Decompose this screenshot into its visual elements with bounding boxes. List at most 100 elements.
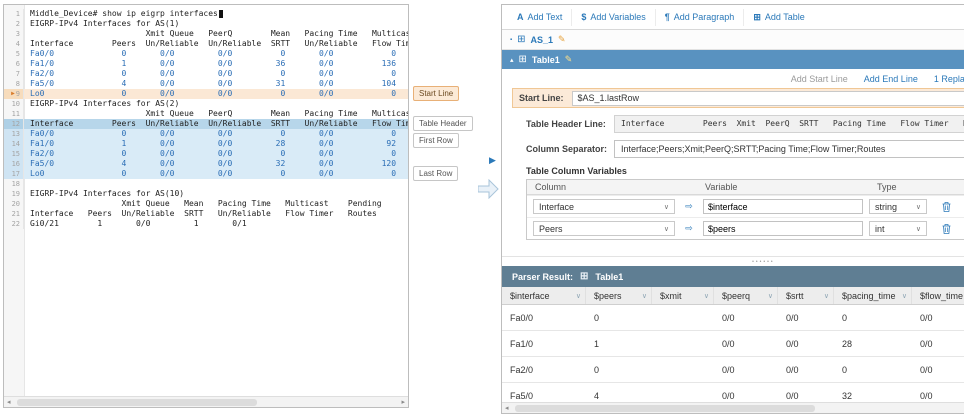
result-row[interactable]: Fa0/000/00/000/0 — [502, 305, 964, 331]
editor-line[interactable]: ▶ 1 Middle_Device# show ip eigrp interfa… — [4, 9, 408, 19]
editor-line[interactable]: ▶ 9 Lo0 0 0/0 0/0 0 0/0 0 0 — [4, 89, 408, 99]
filter-chevron-icon[interactable]: ∨ — [824, 292, 829, 300]
variable-input[interactable] — [703, 221, 863, 236]
result-row[interactable]: Fa2/000/00/000/0 — [502, 357, 964, 383]
line-number: 14 — [12, 139, 20, 149]
filter-chevron-icon[interactable]: ∨ — [902, 292, 907, 300]
editor-line[interactable]: ▶ 21 Interface Peers Un/Reliable SRTT Un… — [4, 209, 408, 219]
editor-line[interactable]: ▶ 4 Interface Peers Un/Reliable Un/Relia… — [4, 39, 408, 49]
edit-pencil-icon[interactable]: ✎ — [558, 34, 566, 45]
start-line-select[interactable]: $AS_1.lastRow ∨ — [572, 91, 964, 106]
result-column-header[interactable]: $srtt ∨ — [778, 287, 834, 304]
editor-line[interactable]: ▶ 5 Fa0/0 0 0/0 0/0 0 0/0 0 0 — [4, 49, 408, 59]
column-select[interactable]: Interface ∨ — [533, 199, 675, 214]
trash-icon[interactable] — [942, 202, 951, 212]
parser-toolbar: A Add Text $ Add Variables ¶ Add Paragra… — [502, 5, 964, 30]
column-select[interactable]: Peers ∨ — [533, 221, 675, 236]
column-separator-input[interactable] — [614, 140, 964, 158]
cli-editor-panel[interactable]: ▶ 1 Middle_Device# show ip eigrp interfa… — [3, 4, 409, 408]
toolbar-button[interactable]: ⊞ Add Table — [743, 9, 813, 26]
table-icon: ⊞ — [517, 35, 525, 45]
editor-line[interactable]: ▶ 15 Fa2/0 0 0/0 0/0 0 0/0 0 0 — [4, 149, 408, 159]
line-number: 11 — [12, 109, 20, 119]
splitter-handle[interactable]: •••••• — [502, 256, 964, 266]
line-annotation-label: Table Header — [419, 119, 467, 128]
scrollbar-thumb[interactable] — [17, 399, 257, 406]
separator-row-marker-icon: ▶ — [489, 155, 496, 166]
filter-chevron-icon[interactable]: ∨ — [704, 292, 709, 300]
result-cell: 0/0 — [714, 305, 778, 330]
trash-icon[interactable] — [942, 224, 951, 234]
editor-line[interactable]: ▶ 17 Lo0 0 0/0 0/0 0 0/0 0 0 — [4, 169, 408, 179]
type-select[interactable]: int ∨ — [869, 221, 927, 236]
line-gutter: ▶ 15 — [4, 149, 24, 159]
table-icon: ⊞ — [580, 272, 588, 282]
section-as1[interactable]: ▪ ⊞ AS_1 ✎ ≡ — [502, 30, 964, 50]
editor-line[interactable]: ▶ 14 Fa1/0 1 0/0 0/0 28 0/0 92 0 — [4, 139, 408, 149]
editor-line[interactable]: ▶ 20 Xmit Queue Mean Pacing Time Multica… — [4, 199, 408, 209]
add-end-line-link[interactable]: Add End Line — [864, 74, 918, 84]
editor-line[interactable]: ▶ 7 Fa2/0 0 0/0 0/0 0 0/0 0 0 — [4, 69, 408, 79]
result-column-header[interactable]: $peers ∨ — [586, 287, 652, 304]
editor-line-text: Interface Peers Un/Reliable Un/Reliable … — [24, 119, 408, 129]
filter-chevron-icon[interactable]: ∨ — [576, 292, 581, 300]
result-column-header[interactable]: $interface ∨ — [502, 287, 586, 304]
result-cell: 0 — [834, 357, 912, 382]
editor-lines[interactable]: ▶ 1 Middle_Device# show ip eigrp interfa… — [4, 5, 408, 396]
editor-line[interactable]: ▶ 22 Gi0/21 1 0/0 1 0/1 — [4, 219, 408, 229]
line-annotation[interactable]: Table Header — [413, 116, 473, 131]
replacements-link[interactable]: 1 Replacements — [934, 74, 964, 84]
filter-chevron-icon[interactable]: ∨ — [768, 292, 773, 300]
collapse-icon[interactable]: ▴ — [510, 56, 514, 64]
line-gutter: ▶ 10 — [4, 99, 24, 109]
editor-line[interactable]: ▶ 16 Fa5/0 4 0/0 0/0 32 0/0 120 0 — [4, 159, 408, 169]
variable-input[interactable] — [703, 199, 863, 214]
table-header-line-value[interactable]: Interface Peers Xmit PeerQ SRTT Pacing T… — [614, 115, 964, 133]
editor-line[interactable]: ▶ 18 — [4, 179, 408, 189]
result-column-label: $xmit — [660, 291, 682, 301]
text-cursor — [219, 10, 223, 18]
line-number: 5 — [16, 49, 20, 59]
filter-chevron-icon[interactable]: ∨ — [642, 292, 647, 300]
result-column-header[interactable]: $peerq ∨ — [714, 287, 778, 304]
type-select[interactable]: string ∨ — [869, 199, 927, 214]
line-annotation[interactable]: Last Row — [413, 166, 458, 181]
editor-line[interactable]: ▶ 3 Xmit Queue PeerQ Mean Pacing Time Mu… — [4, 29, 408, 39]
result-table-header: $interface ∨ $peers ∨ $xmit ∨ — [502, 287, 964, 305]
edit-pencil-icon[interactable]: ✎ — [565, 54, 573, 65]
toolbar-button[interactable]: $ Add Variables — [571, 9, 654, 26]
result-column-header[interactable]: $xmit ∨ — [652, 287, 714, 304]
editor-line[interactable]: ▶ 19 EIGRP-IPv4 Interfaces for AS(10) — [4, 189, 408, 199]
editor-line[interactable]: ▶ 2 EIGRP-IPv4 Interfaces for AS(1) — [4, 19, 408, 29]
column-variable-row: Interface ∨ ⇨ string ∨ — [527, 195, 964, 217]
toolbar-button[interactable]: A Add Text — [508, 9, 571, 26]
editor-horizontal-scrollbar[interactable]: ◂ ▸ — [4, 396, 408, 407]
editor-line[interactable]: ▶ 12 Interface Peers Un/Reliable Un/Reli… — [4, 119, 408, 129]
scroll-left-icon[interactable]: ◂ — [505, 404, 509, 412]
line-gutter: ▶ 1 — [4, 9, 24, 19]
scrollbar-thumb[interactable] — [515, 405, 815, 412]
editor-line[interactable]: ▶ 13 Fa0/0 0 0/0 0/0 0 0/0 0 0 — [4, 129, 408, 139]
editor-line[interactable]: ▶ 8 Fa5/0 4 0/0 0/0 31 0/0 104 0 — [4, 79, 408, 89]
line-annotation[interactable]: Start Line — [413, 86, 459, 101]
editor-line[interactable]: ▶ 6 Fa1/0 1 0/0 0/0 36 0/0 136 0 — [4, 59, 408, 69]
toolbar-button[interactable]: ¶ Add Paragraph — [655, 9, 744, 26]
add-start-line-link[interactable]: Add Start Line — [791, 74, 848, 84]
line-annotation[interactable]: First Row — [413, 133, 459, 148]
result-horizontal-scrollbar[interactable]: ◂ ▸ — [502, 402, 964, 413]
result-column-label: $peers — [594, 291, 622, 301]
scroll-left-icon[interactable]: ◂ — [7, 398, 11, 406]
line-annotation-label: First Row — [419, 136, 453, 145]
result-cell: 0 — [586, 305, 652, 330]
result-column-header[interactable]: $pacing_time ∨ — [834, 287, 912, 304]
type-select-value: string — [875, 202, 897, 212]
column-select-value: Peers — [539, 224, 563, 234]
scroll-right-icon[interactable]: ▸ — [401, 398, 405, 406]
section-table1-header[interactable]: ▴ ⊞ Table1 ✎ ≡ — [502, 50, 964, 69]
result-column-header[interactable]: $flow_time ∨ — [912, 287, 964, 304]
editor-line[interactable]: ▶ 10 EIGRP-IPv4 Interfaces for AS(2) — [4, 99, 408, 109]
line-number: 18 — [12, 179, 20, 189]
editor-line-text: Interface Peers Un/Reliable SRTT Un/Reli… — [24, 209, 377, 219]
result-row[interactable]: Fa1/010/00/0280/0 — [502, 331, 964, 357]
editor-line[interactable]: ▶ 11 Xmit Queue PeerQ Mean Pacing Time M… — [4, 109, 408, 119]
